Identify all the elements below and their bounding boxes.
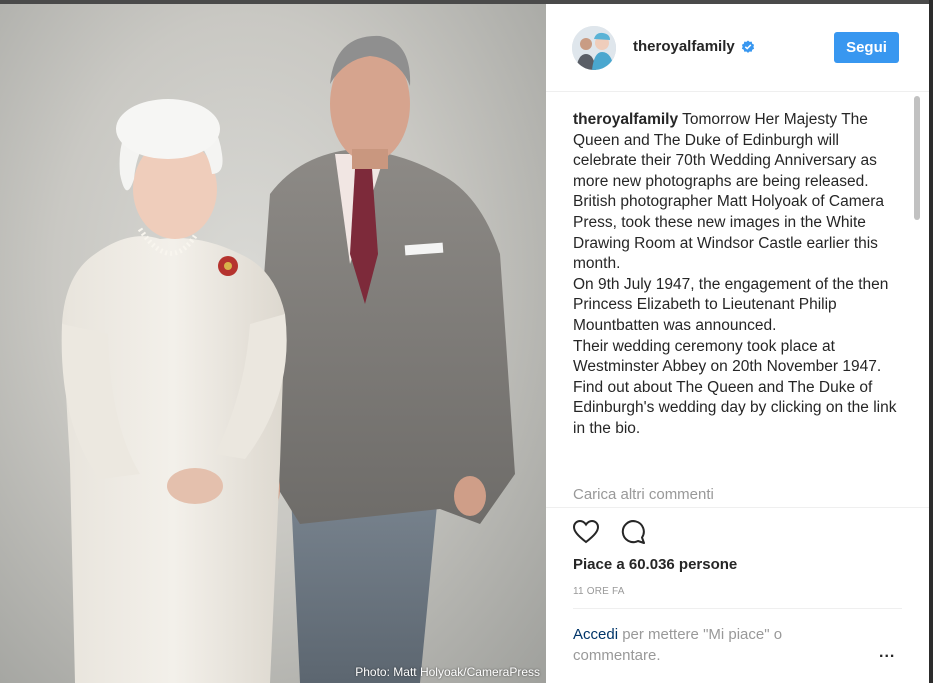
load-more-comments[interactable]: Carica altri commenti: [573, 486, 714, 503]
comment-button[interactable]: [618, 517, 648, 547]
divider: [573, 608, 902, 609]
username-link[interactable]: theroyalfamily: [633, 38, 735, 55]
scrollbar-thumb[interactable]: [914, 96, 920, 220]
caption-paragraph: theroyalfamily Tomorrow Her Majesty The …: [573, 110, 903, 192]
login-prompt: Accedi per mettere "Mi piace" o commenta…: [573, 625, 843, 666]
profile-avatar[interactable]: [572, 26, 616, 70]
photo-illustration: [61, 35, 515, 683]
more-options-button[interactable]: ...: [879, 644, 895, 662]
comments-scrollbar[interactable]: [912, 96, 921, 508]
verified-badge-icon: [741, 40, 754, 53]
post-header: theroyalfamily Segui: [546, 4, 929, 92]
caption-paragraph: Find out about The Queen and The Duke of…: [573, 378, 897, 437]
like-button[interactable]: [571, 517, 601, 547]
photo-credit: Photo: Matt Holyoak/CameraPress: [355, 665, 540, 679]
window-edge: [929, 0, 933, 683]
post-sidebar: theroyalfamily Segui theroyalfamily Tomo…: [546, 4, 929, 683]
caption-paragraph: On 9th July 1947, the engagement of the …: [573, 275, 889, 334]
post-actions: [546, 507, 929, 508]
comment-icon: [621, 520, 645, 544]
post-timestamp[interactable]: 11 ORE FA: [573, 586, 625, 597]
caption-paragraph: British photographer Matt Holyoak of Cam…: [573, 193, 885, 273]
caption-paragraph: Their wedding ceremony took place at Wes…: [573, 337, 882, 376]
caption-username[interactable]: theroyalfamily: [573, 111, 678, 128]
post-photo: Photo: Matt Holyoak/CameraPress: [0, 4, 546, 683]
post-caption: theroyalfamily Tomorrow Her Majesty The …: [573, 110, 903, 440]
heart-icon: [572, 519, 600, 544]
username-row: theroyalfamily: [633, 38, 755, 55]
login-link[interactable]: Accedi: [573, 626, 618, 643]
likes-count[interactable]: Piace a 60.036 persone: [573, 556, 737, 573]
avatar-image: [572, 26, 616, 70]
follow-button[interactable]: Segui: [834, 32, 899, 63]
post-window: Photo: Matt Holyoak/CameraPress theroyal…: [0, 4, 929, 683]
comments-area: theroyalfamily Tomorrow Her Majesty The …: [546, 92, 912, 506]
